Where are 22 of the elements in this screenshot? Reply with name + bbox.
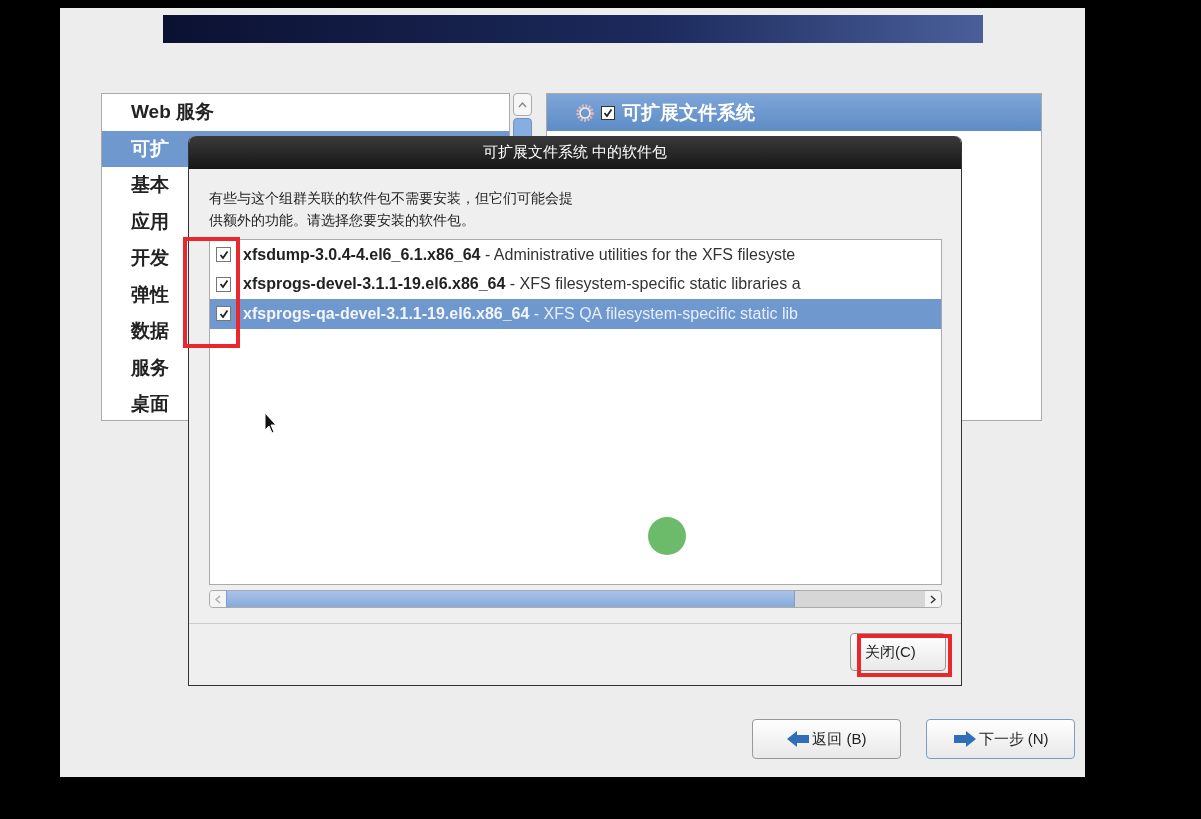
package-text: xfsdump-3.0.4-4.el6_6.1.x86_64 - Administrative utilities for the XFS filesyste (243, 245, 796, 264)
right-arrow-icon (952, 730, 977, 748)
package-text: xfsprogs-qa-devel-3.1.1-19.el6.x86_64 - XFS QA filesystem-specific static lib (243, 304, 798, 323)
group-title: 可扩展文件系统 (622, 100, 755, 125)
checkbox[interactable] (216, 247, 231, 263)
next-button[interactable]: 下一步 (N) (926, 719, 1075, 759)
chevron-left-icon (215, 594, 221, 604)
package-row[interactable]: xfsdump-3.0.4-4.el6_6.1.x86_64 - Administrative utilities for the XFS filesyste (210, 240, 941, 270)
dialog-message: 有些与这个组群关联的软件包不需要安装，但它们可能会提供额外的功能。请选择您要安装的软件包。 (209, 189, 574, 230)
checkbox[interactable] (216, 306, 231, 322)
checkbox[interactable] (216, 276, 231, 292)
cursor-icon (264, 412, 278, 434)
left-arrow-icon (786, 730, 811, 748)
group-item[interactable]: Web 服务 (102, 94, 509, 131)
dialog-title: 可扩展文件系统 中的软件包 (482, 143, 668, 162)
package-text: xfsprogs-devel-3.1.1-19.el6.x86_64 - XFS filesystem-specific static libraries a (243, 275, 801, 294)
chevron-up-icon (518, 101, 527, 108)
gear-icon (576, 103, 594, 122)
checkbox[interactable] (601, 105, 615, 120)
chevron-right-icon (930, 594, 936, 604)
package-row[interactable]: xfsprogs-devel-3.1.1-19.el6.x86_64 - XFS filesystem-specific static libraries a (210, 269, 941, 299)
back-button[interactable]: 返回 (B) (752, 719, 901, 759)
